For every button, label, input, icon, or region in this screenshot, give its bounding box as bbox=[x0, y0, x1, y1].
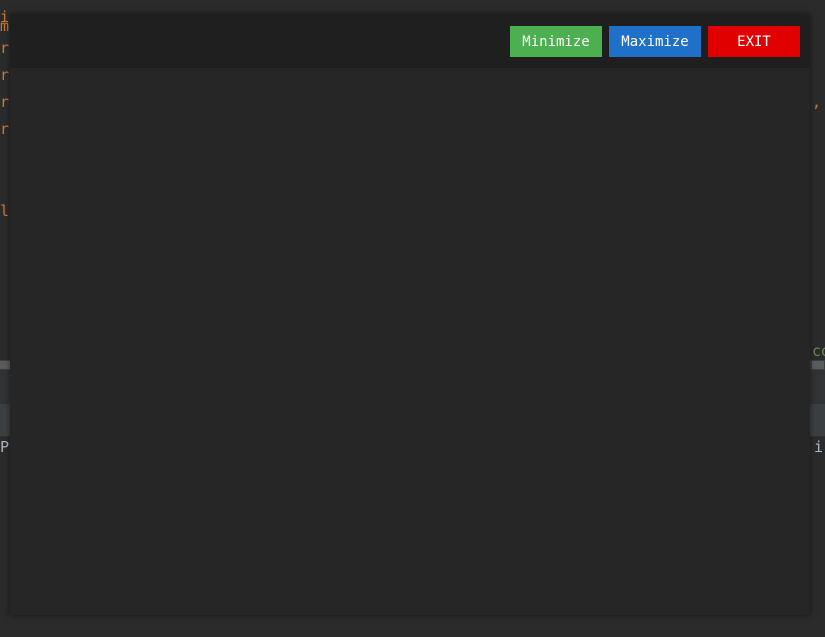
scrollbar-thumb-right[interactable] bbox=[812, 361, 824, 369]
window-titlebar[interactable]: Minimize Maximize EXIT bbox=[10, 14, 810, 68]
background-code-fragment: , bbox=[812, 93, 822, 111]
window-content-area bbox=[10, 68, 810, 615]
exit-button[interactable]: EXIT bbox=[708, 26, 800, 57]
maximize-button[interactable]: Maximize bbox=[609, 26, 701, 57]
background-code-fragment: i bbox=[814, 438, 824, 456]
overlay-window: Minimize Maximize EXIT bbox=[10, 14, 810, 615]
background-code-fragment: co bbox=[812, 342, 825, 360]
minimize-button[interactable]: Minimize bbox=[510, 26, 602, 57]
